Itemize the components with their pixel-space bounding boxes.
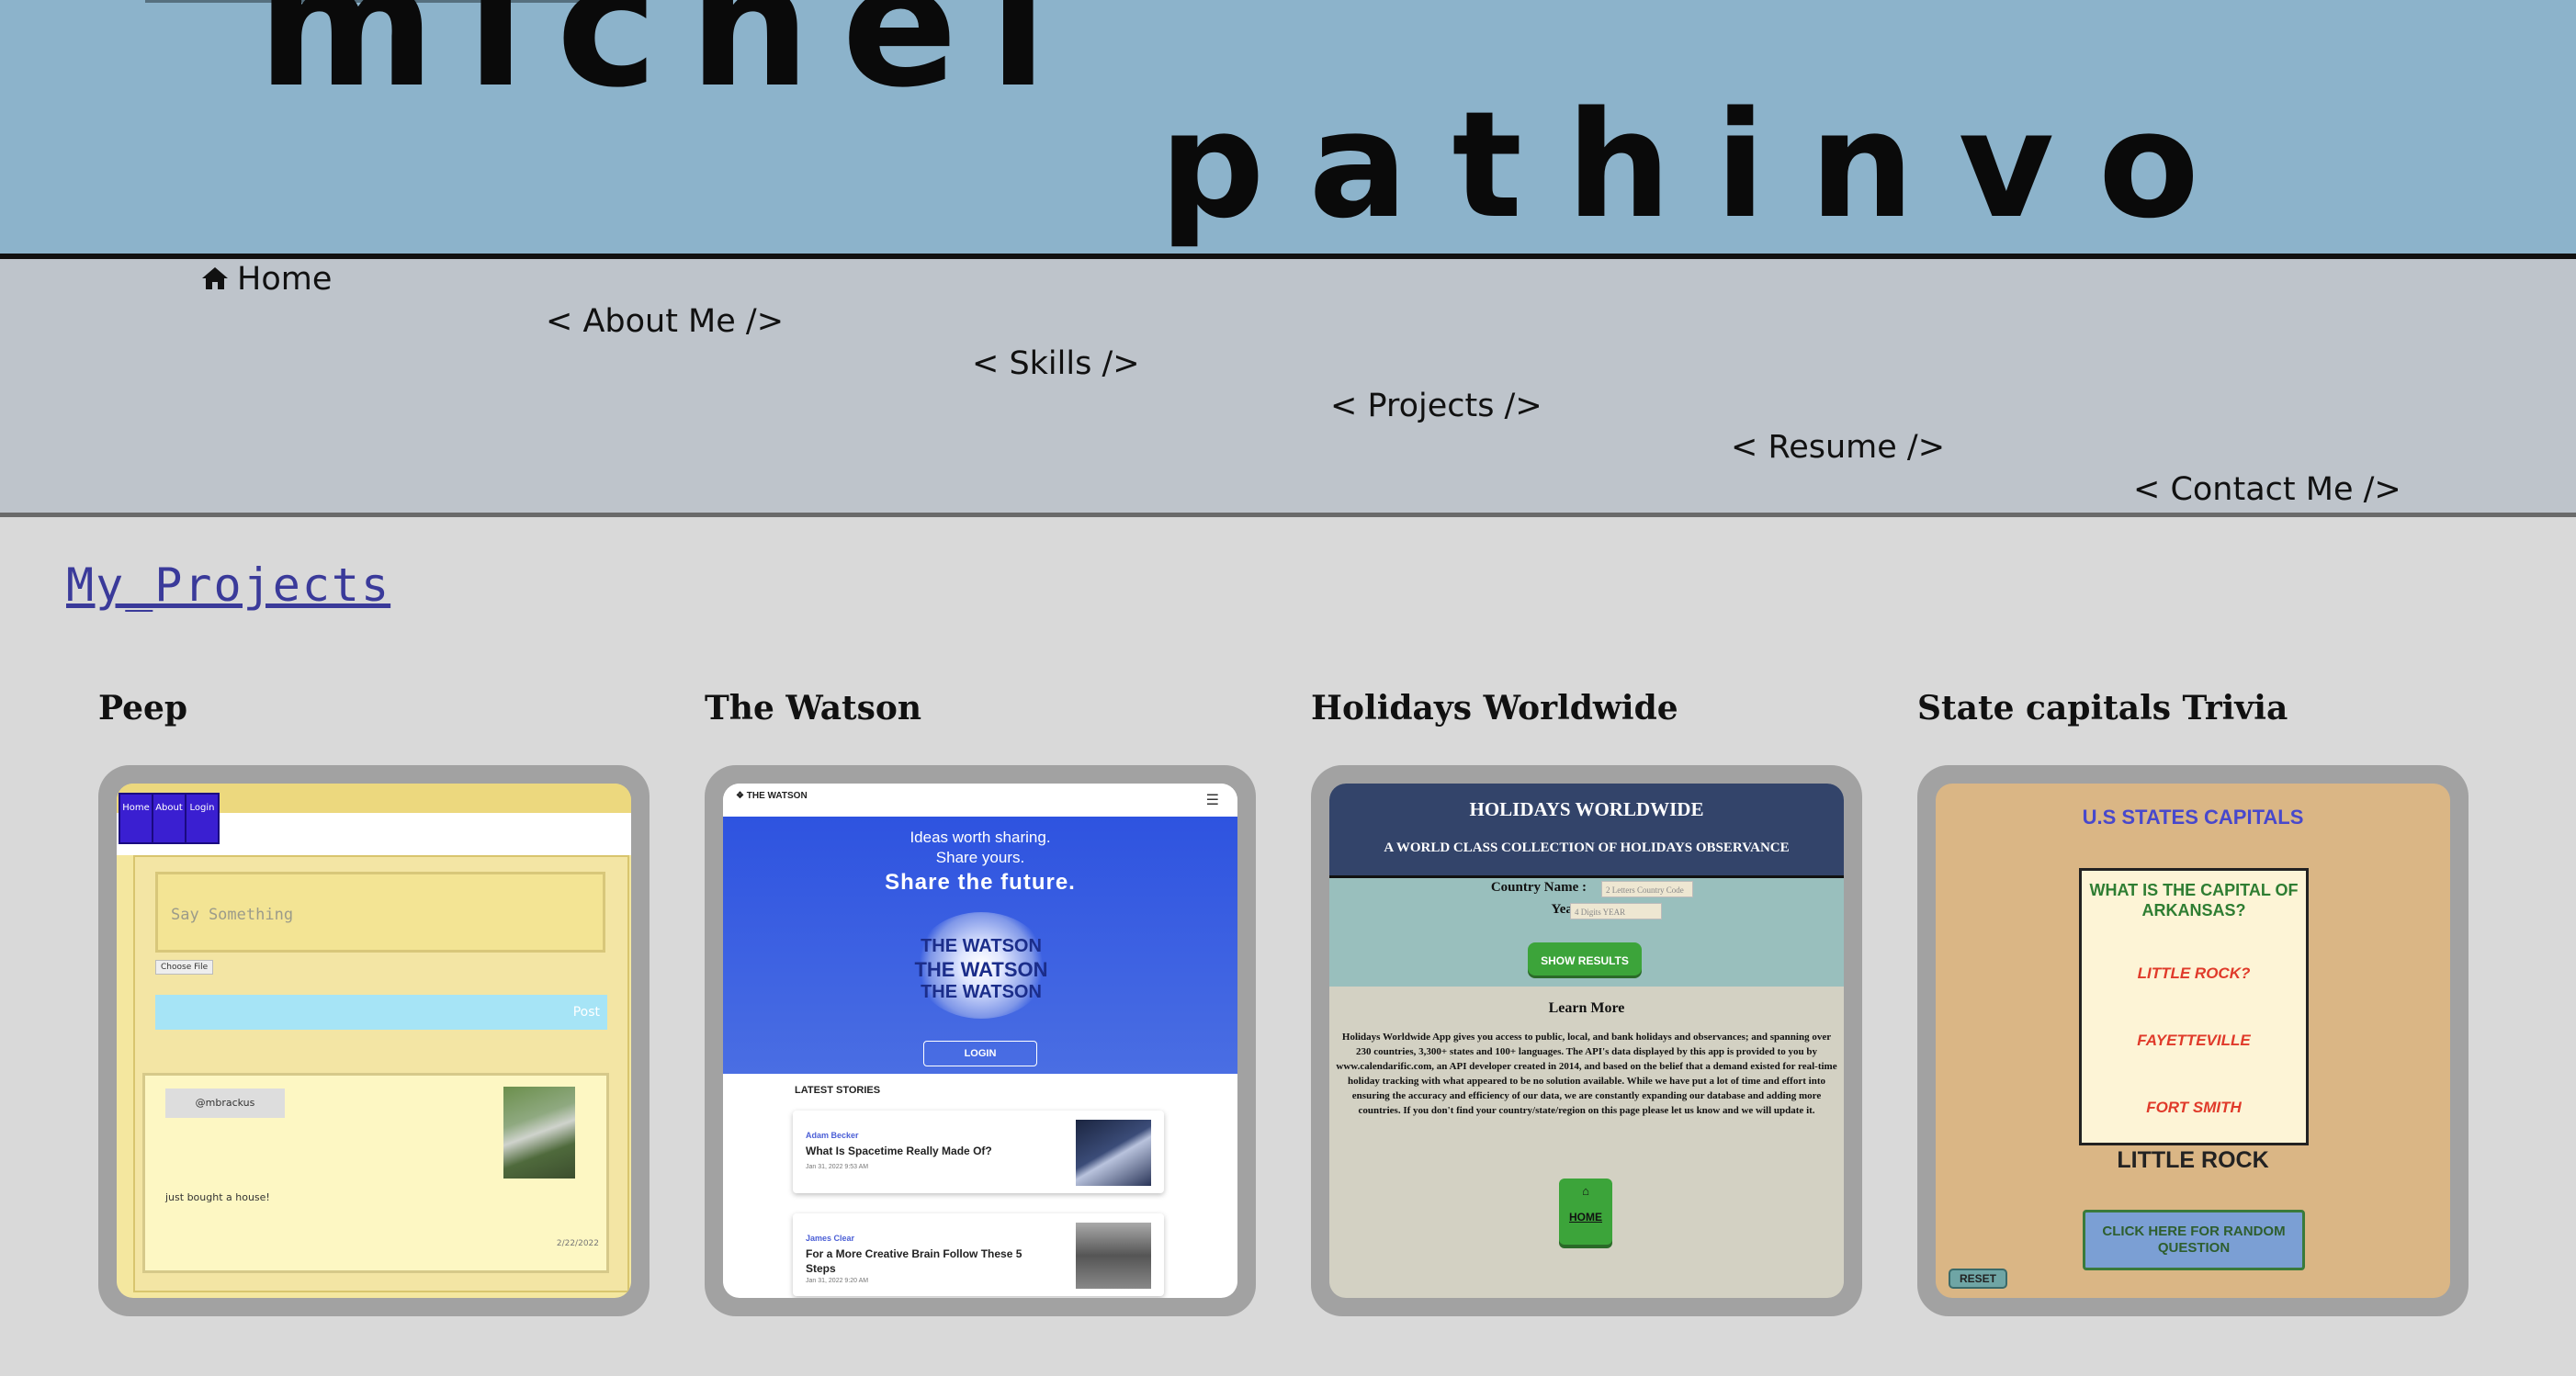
preview-login-button: LOGIN: [923, 1041, 1037, 1066]
hamburger-menu-icon: ☰: [1205, 793, 1219, 808]
nav-home-link[interactable]: Home: [200, 261, 332, 299]
project-title-watson: The Watson: [705, 689, 922, 727]
preview-post-text: just bought a house!: [165, 1191, 270, 1203]
preview-headline: Share the future.: [885, 870, 1076, 895]
preview-story-card: Adam Becker What Is Spacetime Really Mad…: [793, 1111, 1164, 1193]
preview-topbar: ❖ THE WATSON ☰: [723, 784, 1237, 818]
home-icon: ⌂: [1582, 1184, 1589, 1198]
preview-logo-icon: ❖: [736, 791, 747, 801]
project-card-holidays[interactable]: HOLIDAYS WORLDWIDE A WORLD CLASS COLLECT…: [1311, 765, 1862, 1316]
preview-learn-more: Learn More: [1548, 1000, 1625, 1016]
preview-random-question-button: CLICK HERE FOR RANDOM QUESTION: [2083, 1210, 2305, 1270]
project-title-trivia: State capitals Trivia: [1917, 689, 2288, 727]
preview-correct-answer: LITTLE ROCK: [2117, 1147, 2269, 1173]
preview-hero: Ideas worth sharing. Share yours. Share …: [723, 817, 1237, 1074]
project-title-peep: Peep: [98, 689, 188, 727]
preview-nav-about: About: [152, 793, 186, 844]
nav-home-label: Home: [237, 261, 333, 298]
preview-latest-heading: LATEST STORIES: [795, 1085, 881, 1096]
preview-post-button: Post: [155, 995, 607, 1030]
nav-about-link[interactable]: < About Me />: [546, 303, 784, 340]
preview-header: HOLIDAYS WORLDWIDE A WORLD CLASS COLLECT…: [1329, 784, 1844, 878]
project-card-trivia[interactable]: U.S STATES CAPITALS WHAT IS THE CAPITAL …: [1917, 765, 2469, 1316]
project-preview-watson[interactable]: ❖ THE WATSON ☰ Ideas worth sharing. Shar…: [723, 784, 1237, 1298]
preview-answer-option: LITTLE ROCK?: [2137, 964, 2251, 982]
preview-tagline: Ideas worth sharing. Share yours.: [910, 829, 1051, 866]
preview-show-results-button: SHOW RESULTS: [1528, 942, 1642, 976]
preview-question-box: WHAT IS THE CAPITAL OF ARKANSAS? LITTLE …: [2079, 868, 2309, 1145]
preview-logo: ❖ THE WATSON: [736, 791, 808, 801]
name-last-word: pathinvo: [1159, 79, 2243, 251]
project-card-peep[interactable]: Home About Login Say Something Choose Fi…: [98, 765, 650, 1316]
preview-story-thumb: [1076, 1223, 1151, 1289]
main-nav: Home < About Me /> < Skills /> < Project…: [0, 259, 2576, 517]
project-title-holidays: Holidays Worldwide: [1311, 689, 1678, 727]
preview-post-date: 2/22/2022: [556, 1239, 599, 1248]
preview-question: WHAT IS THE CAPITAL OF ARKANSAS?: [2089, 881, 2299, 919]
preview-post-photo: [503, 1087, 575, 1179]
project-preview-trivia[interactable]: U.S STATES CAPITALS WHAT IS THE CAPITAL …: [1936, 784, 2450, 1298]
preview-reset-button: RESET: [1949, 1269, 2007, 1289]
preview-nav-login: Login: [185, 793, 220, 844]
site-header: michel pathinvo: [0, 0, 2576, 259]
preview-post-card: @mbrackus just bought a house! 2/22/2022: [142, 1073, 609, 1273]
preview-form: Country Name : 2 Letters Country Code Ye…: [1329, 878, 1844, 987]
preview-answer-option: FAYETTEVILLE: [2137, 1032, 2251, 1049]
preview-nav-home: Home: [119, 793, 153, 844]
project-card-watson[interactable]: ❖ THE WATSON ☰ Ideas worth sharing. Shar…: [705, 765, 1256, 1316]
preview-description: Holidays Worldwide App gives you access …: [1336, 1032, 1837, 1116]
nav-resume-link[interactable]: < Resume />: [1731, 429, 1945, 466]
preview-story-thumb: [1076, 1120, 1151, 1186]
project-preview-holidays[interactable]: HOLIDAYS WORLDWIDE A WORLD CLASS COLLECT…: [1329, 784, 1844, 1298]
preview-username: @mbrackus: [165, 1088, 285, 1118]
preview-say-input: Say Something: [155, 872, 605, 953]
home-icon: [200, 263, 230, 299]
name-first-word: michel: [257, 0, 1079, 125]
preview-story-card: James Clear For a More Creative Brain Fo…: [793, 1213, 1164, 1296]
nav-projects-link[interactable]: < Projects />: [1330, 388, 1542, 424]
nav-contact-link[interactable]: < Contact Me />: [2133, 471, 2401, 508]
preview-answer-option: FORT SMITH: [2146, 1099, 2242, 1116]
section-title[interactable]: My_Projects: [66, 558, 390, 612]
preview-choose-file: Choose File: [155, 960, 214, 975]
preview-globe-graphic: THE WATSON THE WATSON THE WATSON: [914, 912, 1048, 1019]
preview-heading: U.S STATES CAPITALS: [2082, 806, 2304, 829]
nav-skills-link[interactable]: < Skills />: [972, 345, 1140, 382]
preview-home-button: ⌂ HOME: [1559, 1179, 1612, 1245]
project-preview-peep[interactable]: Home About Login Say Something Choose Fi…: [117, 784, 631, 1298]
